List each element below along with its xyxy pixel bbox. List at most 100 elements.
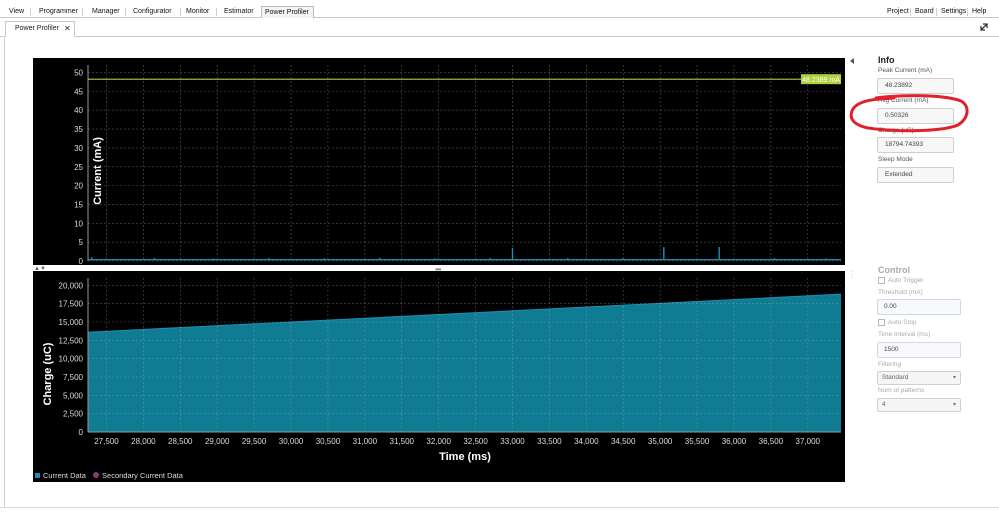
charge-area bbox=[88, 294, 841, 432]
sleep-mode-field: Extended bbox=[877, 167, 954, 183]
charge-axis-title: Charge (uC) bbox=[42, 342, 54, 405]
panel-collapse-icon[interactable] bbox=[849, 57, 855, 69]
legend-secondary-label[interactable]: Secondary Current Data bbox=[102, 471, 183, 480]
current-axis-title: Current (mA) bbox=[92, 137, 104, 205]
auto-stop-label: Auto Stop bbox=[888, 319, 917, 327]
time-x-tick-label: 34,500 bbox=[611, 437, 636, 446]
time-x-tick-label: 36,500 bbox=[759, 437, 784, 446]
current-y-tick-label: 20 bbox=[74, 182, 83, 191]
charge-y-tick-label: 15,000 bbox=[59, 318, 84, 327]
menu-separator bbox=[82, 8, 83, 16]
control-title: Control bbox=[878, 265, 910, 275]
time-x-tick-label: 36,000 bbox=[722, 437, 747, 446]
charge-chart[interactable]: Charge (uC) Time (ms) 0 2,500 5,000 7,500 10… bbox=[33, 271, 845, 482]
time-x-tick-label: 35,000 bbox=[648, 437, 673, 446]
menu-board[interactable]: Board bbox=[912, 7, 937, 17]
time-x-tick-label: 27,500 bbox=[94, 437, 119, 446]
close-icon[interactable]: ✕ bbox=[64, 22, 71, 36]
menu-separator bbox=[180, 8, 181, 16]
auto-stop-checkbox[interactable]: Auto Stop bbox=[878, 319, 917, 326]
time-x-tick-label: 32,000 bbox=[426, 437, 451, 446]
time-x-tick-label: 37,000 bbox=[796, 437, 821, 446]
time-axis-title: Time (ms) bbox=[439, 451, 491, 463]
current-y-tick-label: 50 bbox=[74, 69, 83, 78]
chevron-down-icon: ▾ bbox=[952, 402, 956, 408]
chart-legend: Current Data Secondary Current Data bbox=[35, 470, 183, 480]
info-title: Info bbox=[878, 55, 895, 65]
menu-view[interactable]: View bbox=[6, 7, 27, 17]
legend-current-label[interactable]: Current Data bbox=[43, 471, 86, 480]
peak-current-label: Peak Current (mA) bbox=[878, 67, 933, 74]
time-x-tick-label: 30,000 bbox=[279, 437, 304, 446]
current-y-tick-label: 5 bbox=[79, 238, 84, 247]
menu-programmer[interactable]: Programmer bbox=[36, 7, 81, 17]
menu-manager[interactable]: Manager bbox=[89, 7, 123, 17]
maximize-icon[interactable] bbox=[979, 22, 989, 32]
legend-current-swatch bbox=[35, 472, 40, 478]
checkbox-box[interactable] bbox=[878, 319, 885, 326]
time-x-tick-label: 31,000 bbox=[353, 437, 378, 446]
charge-field: 18794.74393 bbox=[877, 137, 954, 153]
menu-separator bbox=[30, 8, 31, 16]
current-chart[interactable]: Current (mA) 0 5 10 15 20 25 30 35 40 45 50 48.2389… bbox=[33, 58, 845, 265]
charge-y-tick-label: 2,500 bbox=[63, 410, 84, 419]
menu-separator bbox=[967, 8, 968, 16]
current-y-tick-label: 35 bbox=[74, 125, 83, 134]
charge-y-tick-label: 17,500 bbox=[59, 300, 84, 309]
time-x-tick-label: 28,500 bbox=[168, 437, 193, 446]
filtering-label: Filtering bbox=[878, 361, 902, 368]
auto-trigger-checkbox[interactable]: Auto Trigger bbox=[878, 277, 923, 284]
filtering-value: Standard bbox=[882, 374, 909, 381]
time-interval-label: Time Interval (ms) bbox=[878, 331, 931, 338]
more-options-icon[interactable]: · · · bbox=[851, 268, 853, 281]
time-x-tick-label: 35,500 bbox=[685, 437, 710, 446]
time-x-tick-label: 30,500 bbox=[316, 437, 341, 446]
charge-y-tick-label: 20,000 bbox=[59, 281, 84, 290]
menu-bar: View Programmer Manager Configurator Mon… bbox=[0, 6, 999, 18]
menu-separator bbox=[910, 8, 911, 16]
charge-y-tick-label: 10,000 bbox=[59, 355, 84, 364]
time-x-tick-label: 29,500 bbox=[242, 437, 267, 446]
bottom-divider bbox=[0, 507, 999, 508]
menu-help[interactable]: Help bbox=[969, 7, 989, 17]
menu-settings[interactable]: Settings bbox=[938, 7, 969, 17]
current-y-tick-label: 10 bbox=[74, 219, 83, 228]
charge-y-tick-label: 7,500 bbox=[63, 373, 84, 382]
time-x-tick-label: 34,000 bbox=[574, 437, 599, 446]
menu-separator bbox=[125, 8, 126, 16]
current-y-tick-label: 45 bbox=[74, 87, 83, 96]
menu-estimator[interactable]: Estimator bbox=[221, 7, 257, 17]
menu-monitor[interactable]: Monitor bbox=[183, 7, 212, 17]
time-x-tick-label: 33,000 bbox=[500, 437, 525, 446]
tab-power-profiler[interactable]: Power Profiler ✕ bbox=[5, 21, 75, 37]
checkbox-box[interactable] bbox=[878, 277, 885, 284]
filtering-select[interactable]: Standard ▾ bbox=[877, 371, 961, 385]
menu-separator bbox=[216, 8, 217, 16]
charge-y-tick-label: 0 bbox=[79, 428, 84, 437]
current-y-tick-label: 15 bbox=[74, 200, 83, 209]
menu-project[interactable]: Project bbox=[884, 7, 912, 17]
time-x-tick-label: 29,000 bbox=[205, 437, 230, 446]
peak-current-field: 48.23892 bbox=[877, 78, 954, 94]
legend-secondary-swatch bbox=[93, 472, 100, 479]
current-y-tick-label: 25 bbox=[74, 163, 83, 172]
menu-power-profiler[interactable]: Power Profiler bbox=[261, 6, 314, 18]
auto-trigger-label: Auto Trigger bbox=[888, 277, 924, 285]
menu-configurator[interactable]: Configurator bbox=[130, 7, 175, 17]
menu-separator bbox=[936, 8, 937, 16]
num-patterns-select[interactable]: 4 ▾ bbox=[877, 398, 961, 412]
current-chart-svg: Current (mA) 0 5 10 15 20 25 30 35 40 45 50 48.2389… bbox=[74, 65, 841, 265]
time-x-tick-label: 32,500 bbox=[463, 437, 488, 446]
current-y-tick-label: 30 bbox=[74, 144, 83, 153]
current-y-tick-label: 40 bbox=[74, 106, 83, 115]
current-y-tick-label: 0 bbox=[79, 257, 84, 265]
time-x-tick-label: 31,500 bbox=[390, 437, 415, 446]
time-interval-input[interactable]: 1500 bbox=[877, 342, 961, 358]
tab-bar: Power Profiler ✕ bbox=[0, 19, 999, 37]
charge-chart-svg: Charge (uC) Time (ms) 0 2,500 5,000 7,500 10… bbox=[42, 278, 842, 463]
highlight-circle-annotation bbox=[849, 94, 969, 133]
threshold-input[interactable]: 0.00 bbox=[877, 299, 961, 315]
num-patterns-label: Num of patterns bbox=[878, 387, 925, 394]
charge-y-tick-label: 12,500 bbox=[59, 336, 84, 345]
peak-current-badge-label: 48.2389 mA bbox=[802, 77, 840, 84]
